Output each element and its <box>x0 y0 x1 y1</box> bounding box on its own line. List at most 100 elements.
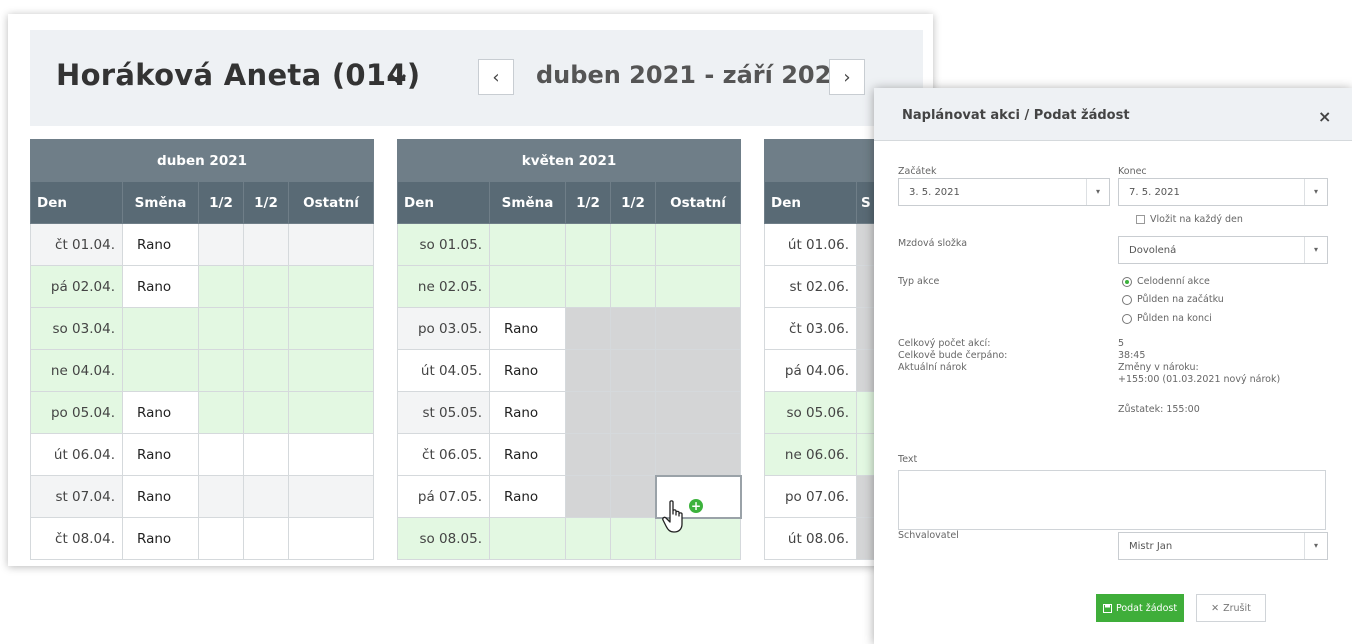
month-title: duben 2021 <box>29 139 375 182</box>
half-cell[interactable] <box>610 433 656 476</box>
prev-period-button[interactable]: ‹ <box>478 59 514 95</box>
other-cell[interactable] <box>287 475 375 518</box>
wage-select[interactable]: Dovolená ▾ <box>1118 236 1328 264</box>
other-cell[interactable] <box>287 349 375 392</box>
other-cell[interactable] <box>654 307 742 350</box>
half-cell[interactable] <box>243 223 289 266</box>
half-cell[interactable] <box>243 517 289 560</box>
shift-cell[interactable]: Rano <box>489 307 566 350</box>
other-cell[interactable] <box>654 433 742 476</box>
half-cell[interactable] <box>565 349 611 392</box>
table-row[interactable]: čt 06.05. Rano <box>397 433 742 476</box>
submit-request-button[interactable]: Podat žádost <box>1096 594 1184 622</box>
shift-cell[interactable]: Rano <box>122 391 199 434</box>
other-cell[interactable] <box>287 433 375 476</box>
half-cell[interactable] <box>565 391 611 434</box>
half-cell[interactable] <box>610 307 656 350</box>
employee-name[interactable]: Horáková Aneta (014) <box>56 58 420 92</box>
shift-cell[interactable]: Rano <box>489 475 566 518</box>
add-plus-icon[interactable]: + <box>689 499 703 513</box>
shift-cell[interactable] <box>489 517 566 560</box>
caret-down-icon: ▾ <box>1304 179 1327 205</box>
table-row[interactable]: st 07.04. Rano <box>30 475 375 518</box>
end-date-select[interactable]: 7. 5. 2021 ▾ <box>1118 178 1328 206</box>
start-date-select[interactable]: 3. 5. 2021 ▾ <box>898 178 1110 206</box>
half-cell[interactable] <box>610 517 656 560</box>
other-cell[interactable] <box>287 391 375 434</box>
other-cell[interactable] <box>287 265 375 308</box>
next-period-button[interactable]: › <box>829 59 865 95</box>
close-icon[interactable]: × <box>1318 107 1331 126</box>
table-row[interactable]: út 06.04. Rano <box>30 433 375 476</box>
half-cell[interactable] <box>565 307 611 350</box>
half-cell[interactable] <box>243 391 289 434</box>
shift-cell[interactable]: Rano <box>489 391 566 434</box>
day-cell: čt 06.05. <box>397 433 490 476</box>
approver-select[interactable]: Mistr Jan ▾ <box>1118 532 1328 560</box>
other-cell[interactable] <box>287 223 375 266</box>
half-cell[interactable] <box>610 223 656 266</box>
text-label: Text <box>898 454 918 465</box>
cancel-button[interactable]: ✕ Zrušit <box>1196 594 1266 622</box>
shift-cell[interactable]: Rano <box>489 349 566 392</box>
text-area[interactable] <box>898 470 1326 530</box>
other-cell[interactable] <box>654 349 742 392</box>
table-row[interactable]: so 01.05. <box>397 223 742 266</box>
half-cell[interactable] <box>198 391 244 434</box>
half-cell[interactable] <box>198 349 244 392</box>
half-cell[interactable] <box>243 265 289 308</box>
other-cell[interactable] <box>287 517 375 560</box>
table-row[interactable]: út 04.05. Rano <box>397 349 742 392</box>
table-row[interactable]: po 03.05. Rano <box>397 307 742 350</box>
half-cell[interactable] <box>198 433 244 476</box>
half-cell[interactable] <box>610 391 656 434</box>
half-cell[interactable] <box>198 307 244 350</box>
shift-cell[interactable]: Rano <box>122 475 199 518</box>
half-cell[interactable] <box>243 307 289 350</box>
shift-cell[interactable] <box>122 307 199 350</box>
half-cell[interactable] <box>565 517 611 560</box>
other-cell[interactable] <box>287 307 375 350</box>
shift-cell[interactable]: Rano <box>122 517 199 560</box>
table-row[interactable]: st 05.05. Rano <box>397 391 742 434</box>
table-row[interactable]: pá 02.04. Rano <box>30 265 375 308</box>
half-cell[interactable] <box>198 223 244 266</box>
half-cell[interactable] <box>243 349 289 392</box>
table-row[interactable]: ne 02.05. <box>397 265 742 308</box>
radio-half-end[interactable] <box>1122 314 1132 324</box>
shift-cell[interactable] <box>489 223 566 266</box>
shift-cell[interactable] <box>122 349 199 392</box>
shift-cell[interactable]: Rano <box>122 223 199 266</box>
half-cell[interactable] <box>198 475 244 518</box>
half-cell[interactable] <box>565 433 611 476</box>
radio-half-start[interactable] <box>1122 295 1132 305</box>
table-row[interactable]: so 08.05. <box>397 517 742 560</box>
half-cell[interactable] <box>243 475 289 518</box>
half-cell[interactable] <box>610 475 656 518</box>
half-cell[interactable] <box>198 517 244 560</box>
table-row[interactable]: so 03.04. <box>30 307 375 350</box>
half-cell[interactable] <box>610 349 656 392</box>
half-cell[interactable] <box>565 223 611 266</box>
table-row[interactable]: čt 08.04. Rano <box>30 517 375 560</box>
shift-cell[interactable] <box>489 265 566 308</box>
half-cell[interactable] <box>565 265 611 308</box>
radio-full-day[interactable] <box>1122 277 1132 287</box>
other-cell[interactable] <box>654 223 742 266</box>
chevron-down-icon[interactable] <box>385 66 411 90</box>
table-row[interactable]: ne 04.04. <box>30 349 375 392</box>
table-row[interactable]: čt 01.04. Rano <box>30 223 375 266</box>
table-row[interactable]: po 05.04. Rano <box>30 391 375 434</box>
half-cell[interactable] <box>610 265 656 308</box>
half-cell[interactable] <box>243 433 289 476</box>
day-cell: so 01.05. <box>397 223 490 266</box>
other-cell[interactable] <box>654 391 742 434</box>
shift-cell[interactable]: Rano <box>122 265 199 308</box>
shift-cell[interactable]: Rano <box>489 433 566 476</box>
shift-cell[interactable]: Rano <box>122 433 199 476</box>
half-cell[interactable] <box>198 265 244 308</box>
half-cell[interactable] <box>565 475 611 518</box>
other-cell[interactable] <box>654 265 742 308</box>
each-day-checkbox[interactable] <box>1136 215 1145 224</box>
table-row[interactable]: pá 07.05. Rano <box>397 474 742 519</box>
